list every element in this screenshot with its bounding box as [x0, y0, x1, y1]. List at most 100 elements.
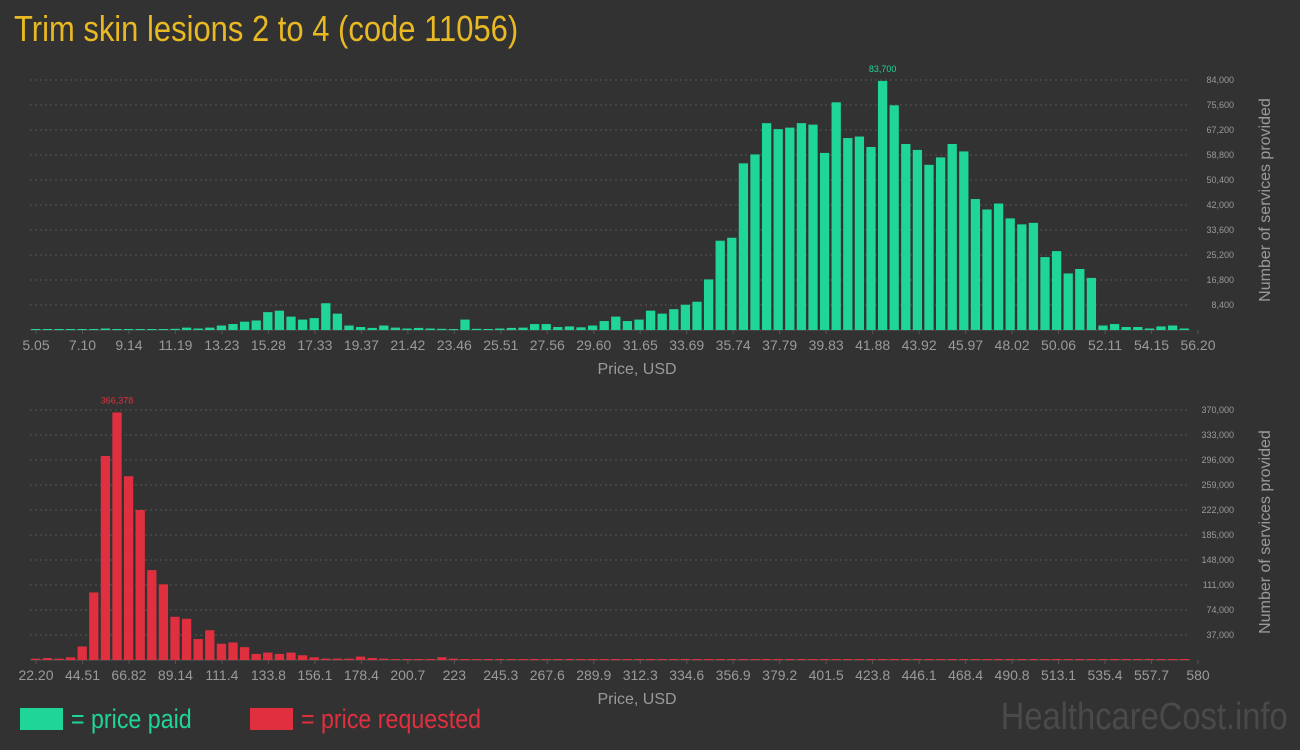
- x-tick-label: 25.51: [483, 337, 518, 353]
- bar: [1144, 659, 1155, 660]
- y-tick-label: 33,600: [1206, 225, 1234, 235]
- bar: [379, 325, 389, 330]
- bar: [309, 657, 319, 660]
- bar: [1051, 659, 1062, 660]
- x-tick-label: 111.4: [205, 667, 238, 683]
- bar: [344, 658, 354, 660]
- bar: [437, 657, 447, 660]
- x-tick-label: 43.92: [902, 337, 937, 353]
- x-tick-label: 535.4: [1088, 667, 1123, 683]
- bar: [1179, 659, 1189, 660]
- y-tick-label: 84,000: [1206, 75, 1234, 85]
- x-tick-label: 19.37: [344, 337, 379, 353]
- x-tick-label: 289.9: [576, 667, 611, 683]
- bar: [877, 80, 888, 331]
- bar: [703, 659, 714, 660]
- y-tick-label: 74,000: [1206, 605, 1234, 615]
- bar: [100, 328, 111, 330]
- x-tick-label: 423.8: [855, 667, 890, 683]
- bar: [170, 328, 180, 330]
- y-tick-label: 16,800: [1206, 275, 1234, 285]
- bar: [1075, 659, 1085, 660]
- bar: [158, 584, 169, 660]
- bar: [274, 310, 285, 330]
- bar: [970, 199, 981, 330]
- bar: [355, 327, 366, 330]
- bar: [402, 659, 412, 660]
- bar: [425, 328, 435, 330]
- x-tick-label: 52.11: [1088, 337, 1122, 353]
- chart-root: Trim skin lesions 2 to 4 (code 11056) 8,…: [0, 0, 1300, 750]
- bar: [100, 455, 111, 660]
- bar: [239, 647, 250, 660]
- bar: [1086, 659, 1097, 660]
- bar: [889, 659, 899, 660]
- bar: [970, 659, 981, 660]
- bar: [924, 164, 934, 330]
- y-tick-label: 222,000: [1201, 505, 1234, 515]
- x-tick-label: 245.3: [483, 667, 518, 683]
- bar: [1086, 277, 1097, 330]
- bar: [274, 653, 285, 660]
- x-axis-label: Price, USD: [597, 361, 676, 378]
- y-tick-label: 42,000: [1206, 200, 1234, 210]
- bar: [402, 328, 412, 330]
- bar: [65, 657, 76, 660]
- bar: [332, 658, 343, 660]
- bar: [297, 319, 308, 330]
- bar: [181, 618, 192, 660]
- x-tick-label: 312.3: [623, 667, 658, 683]
- bar: [1167, 325, 1178, 330]
- bar: [761, 659, 772, 660]
- y-tick-label: 111,000: [1203, 580, 1234, 590]
- bar: [634, 319, 644, 330]
- bar: [553, 659, 563, 660]
- bar: [251, 320, 261, 330]
- bar: [715, 659, 725, 660]
- bar: [657, 313, 667, 330]
- bar: [1121, 659, 1131, 660]
- x-tick-label: 56.20: [1180, 337, 1215, 353]
- bar: [831, 102, 841, 330]
- bar: [65, 329, 76, 330]
- x-tick-label: 334.6: [669, 667, 704, 683]
- bar: [993, 659, 1004, 660]
- bar: [808, 124, 818, 331]
- y-tick-label: 259,000: [1201, 480, 1234, 490]
- x-tick-label: 33.69: [669, 337, 704, 353]
- bar: [321, 658, 331, 660]
- bar: [1028, 659, 1039, 660]
- bar: [843, 138, 853, 330]
- bar: [576, 327, 586, 330]
- bar: [123, 476, 134, 660]
- bar: [854, 659, 865, 660]
- x-tick-label: 66.82: [111, 667, 146, 683]
- bar: [1133, 659, 1143, 660]
- bar: [1109, 324, 1120, 330]
- bar: [495, 328, 505, 330]
- x-tick-label: 41.88: [855, 337, 890, 353]
- bar: [1005, 218, 1015, 330]
- bar: [471, 328, 482, 330]
- bar: [239, 321, 250, 330]
- bar: [216, 643, 227, 660]
- bar: [611, 659, 621, 660]
- bar: [1144, 328, 1155, 330]
- bar: [31, 658, 41, 660]
- bar: [1017, 224, 1027, 330]
- bar: [576, 659, 586, 660]
- x-tick-label: 379.2: [762, 667, 797, 683]
- x-tick-label: 29.60: [576, 337, 611, 353]
- bar: [622, 659, 633, 660]
- bar: [1156, 326, 1166, 330]
- y-tick-label: 25,200: [1206, 250, 1234, 260]
- bar: [669, 659, 679, 660]
- x-tick-label: 35.74: [716, 337, 751, 353]
- bar: [495, 659, 505, 660]
- bar: [54, 658, 64, 660]
- bar: [1167, 659, 1178, 660]
- bar: [1051, 251, 1062, 330]
- bar: [912, 149, 923, 330]
- x-tick-label: 31.65: [623, 337, 658, 353]
- bar: [819, 152, 830, 330]
